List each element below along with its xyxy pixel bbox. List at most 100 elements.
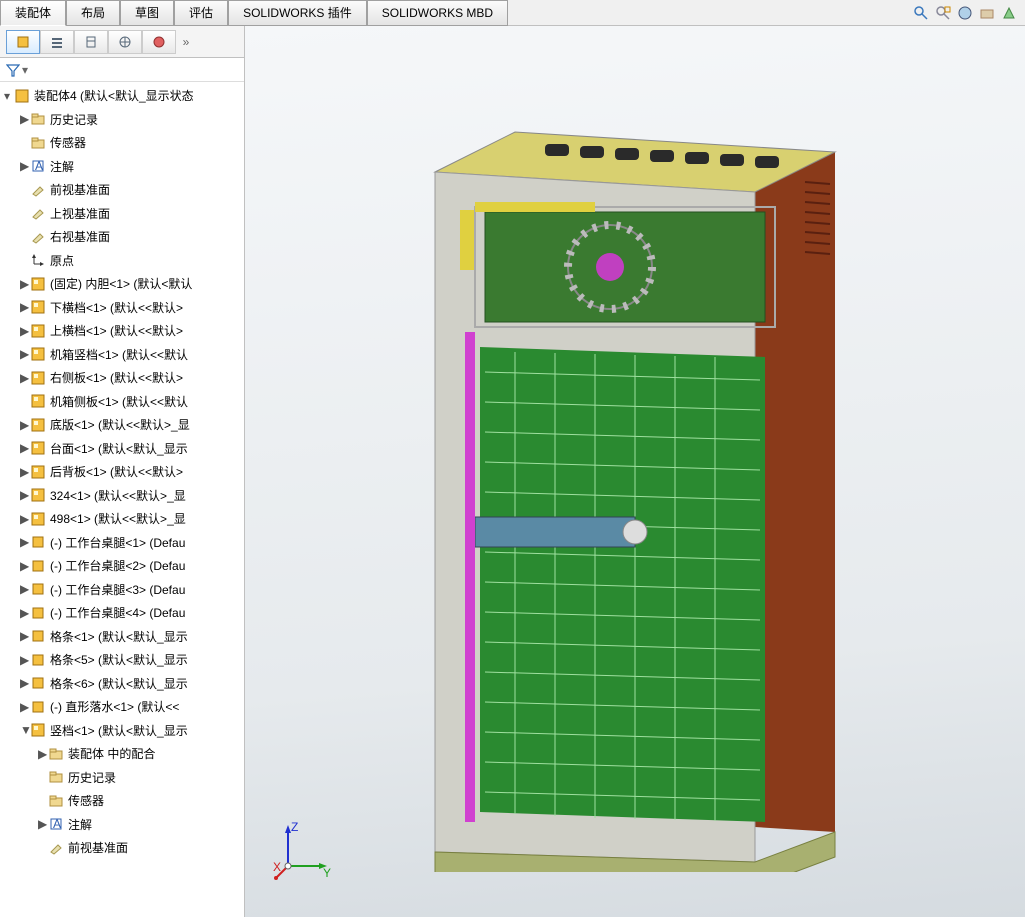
- part-icon: [30, 581, 46, 597]
- fm-tree-tab[interactable]: [6, 30, 40, 54]
- tree-item-label: 右侧板<1> (默认<<默认>: [50, 369, 183, 386]
- tree-item-label: (-) 工作台桌腿<4> (Defau: [50, 604, 185, 621]
- plane-icon: [30, 229, 46, 245]
- tree-item-label: 原点: [50, 252, 74, 269]
- dim-expert-tab[interactable]: [108, 30, 142, 54]
- tree-item-label: 498<1> (默认<<默认>_显: [50, 510, 186, 527]
- tree-item-label: (固定) 内胆<1> (默认<默认: [50, 275, 192, 292]
- tree-item-label: 上视基准面: [50, 205, 110, 222]
- tree-item[interactable]: 右视基准面: [0, 225, 244, 249]
- tree-item[interactable]: ▼竖档<1> (默认<默认_显示: [0, 719, 244, 743]
- appearance-tab[interactable]: [142, 30, 176, 54]
- folder-icon: [30, 135, 46, 151]
- tree-item[interactable]: ▶台面<1> (默认<默认_显示: [0, 437, 244, 461]
- part-icon: [30, 652, 46, 668]
- asm-icon: [30, 346, 46, 362]
- tree-item[interactable]: ▶上横档<1> (默认<<默认>: [0, 319, 244, 343]
- tree-item[interactable]: ▶324<1> (默认<<默认>_显: [0, 484, 244, 508]
- tree-item[interactable]: ▶格条<1> (默认<默认_显示: [0, 625, 244, 649]
- tree-item-label: 324<1> (默认<<默认>_显: [50, 487, 186, 504]
- tree-item[interactable]: ▶(固定) 内胆<1> (默认<默认: [0, 272, 244, 296]
- plane-icon: [30, 205, 46, 221]
- assembly-icon: [14, 88, 30, 104]
- feature-tree[interactable]: ▾ 装配体4 (默认<默认_显示状态 ▶历史记录传感器▶A注解前视基准面上视基准…: [0, 82, 244, 917]
- tree-root-label: 装配体4 (默认<默认_显示状态: [34, 87, 194, 104]
- property-manager-tab[interactable]: [40, 30, 74, 54]
- tree-item-label: 格条<1> (默认<默认_显示: [50, 628, 188, 645]
- tree-item[interactable]: ▶(-) 工作台桌腿<4> (Defau: [0, 601, 244, 625]
- tree-item[interactable]: ▶底版<1> (默认<<默认>_显: [0, 413, 244, 437]
- tree-item[interactable]: 前视基准面: [0, 178, 244, 202]
- tree-item[interactable]: ▶后背板<1> (默认<<默认>: [0, 460, 244, 484]
- tree-root[interactable]: ▾ 装配体4 (默认<默认_显示状态: [0, 84, 244, 108]
- svg-text:A: A: [53, 817, 61, 831]
- tree-item-label: (-) 直形落水<1> (默认<<: [50, 698, 179, 715]
- tree-item[interactable]: ▶498<1> (默认<<默认>_显: [0, 507, 244, 531]
- tree-item[interactable]: 传感器: [0, 789, 244, 813]
- tree-item[interactable]: ▶历史记录: [0, 108, 244, 132]
- tree-item[interactable]: 历史记录: [0, 766, 244, 790]
- part-icon: [30, 699, 46, 715]
- tree-item-label: 前视基准面: [68, 839, 128, 856]
- model-view[interactable]: [375, 72, 895, 872]
- folder-icon: [48, 769, 64, 785]
- tree-item-label: 注解: [68, 816, 92, 833]
- asm-icon: [30, 370, 46, 386]
- asm-icon: [30, 722, 46, 738]
- tree-item[interactable]: ▶(-) 工作台桌腿<1> (Defau: [0, 531, 244, 555]
- tree-item[interactable]: ▶装配体 中的配合: [0, 742, 244, 766]
- display-icon[interactable]: [1001, 5, 1017, 21]
- tree-item[interactable]: ▶(-) 直形落水<1> (默认<<: [0, 695, 244, 719]
- tree-item-label: 竖档<1> (默认<默认_显示: [50, 722, 188, 739]
- command-manager-tabs: 装配体 布局 草图 评估 SOLIDWORKS 插件 SOLIDWORKS MB…: [0, 0, 1025, 26]
- tree-item[interactable]: ▶A注解: [0, 813, 244, 837]
- part-icon: [30, 534, 46, 550]
- tree-item[interactable]: ▶(-) 工作台桌腿<2> (Defau: [0, 554, 244, 578]
- tree-item-label: (-) 工作台桌腿<2> (Defau: [50, 557, 185, 574]
- tree-item[interactable]: ▶格条<5> (默认<默认_显示: [0, 648, 244, 672]
- tree-item-label: 格条<6> (默认<默认_显示: [50, 675, 188, 692]
- asm-icon: [30, 440, 46, 456]
- asm-icon: [30, 487, 46, 503]
- tree-item[interactable]: 前视基准面: [0, 836, 244, 860]
- tree-item[interactable]: ▶(-) 工作台桌腿<3> (Defau: [0, 578, 244, 602]
- zoom-area-icon[interactable]: [935, 5, 951, 21]
- tab-sw-addins[interactable]: SOLIDWORKS 插件: [228, 0, 367, 26]
- annot-icon: A: [48, 816, 64, 832]
- folder-icon: [48, 793, 64, 809]
- origin-icon: [30, 252, 46, 268]
- tab-assembly[interactable]: 装配体: [0, 0, 66, 26]
- graphics-area[interactable]: Z Y X: [245, 26, 1025, 917]
- panel-expand-icon[interactable]: »: [176, 35, 196, 49]
- asm-icon: [30, 417, 46, 433]
- tree-item[interactable]: ▶A注解: [0, 155, 244, 179]
- tree-item-label: 上横档<1> (默认<<默认>: [50, 322, 183, 339]
- tree-item[interactable]: 机箱侧板<1> (默认<<默认: [0, 390, 244, 414]
- tree-item-label: (-) 工作台桌腿<3> (Defau: [50, 581, 185, 598]
- part-icon: [30, 675, 46, 691]
- tree-item-label: 机箱竖档<1> (默认<<默认: [50, 346, 188, 363]
- tab-evaluate[interactable]: 评估: [174, 0, 228, 26]
- tree-item[interactable]: ▶下横档<1> (默认<<默认>: [0, 296, 244, 320]
- tab-sw-mbd[interactable]: SOLIDWORKS MBD: [367, 0, 508, 26]
- tab-layout[interactable]: 布局: [66, 0, 120, 26]
- appearance-icon[interactable]: [957, 5, 973, 21]
- tree-item[interactable]: 上视基准面: [0, 202, 244, 226]
- config-manager-tab[interactable]: [74, 30, 108, 54]
- tree-item[interactable]: 原点: [0, 249, 244, 273]
- tab-sketch[interactable]: 草图: [120, 0, 174, 26]
- funnel-icon: [6, 63, 20, 77]
- tree-item-label: 装配体 中的配合: [68, 745, 155, 762]
- tree-item[interactable]: 传感器: [0, 131, 244, 155]
- reference-triad[interactable]: Z Y X: [273, 821, 333, 881]
- zoom-fit-icon[interactable]: [913, 5, 929, 21]
- asm-icon: [30, 276, 46, 292]
- asm-icon: [30, 511, 46, 527]
- tree-item-label: 台面<1> (默认<默认_显示: [50, 440, 188, 457]
- tree-item-label: 底版<1> (默认<<默认>_显: [50, 416, 190, 433]
- scene-icon[interactable]: [979, 5, 995, 21]
- tree-item[interactable]: ▶格条<6> (默认<默认_显示: [0, 672, 244, 696]
- tree-item[interactable]: ▶右侧板<1> (默认<<默认>: [0, 366, 244, 390]
- tree-item[interactable]: ▶机箱竖档<1> (默认<<默认: [0, 343, 244, 367]
- filter-bar[interactable]: ▾: [0, 58, 244, 82]
